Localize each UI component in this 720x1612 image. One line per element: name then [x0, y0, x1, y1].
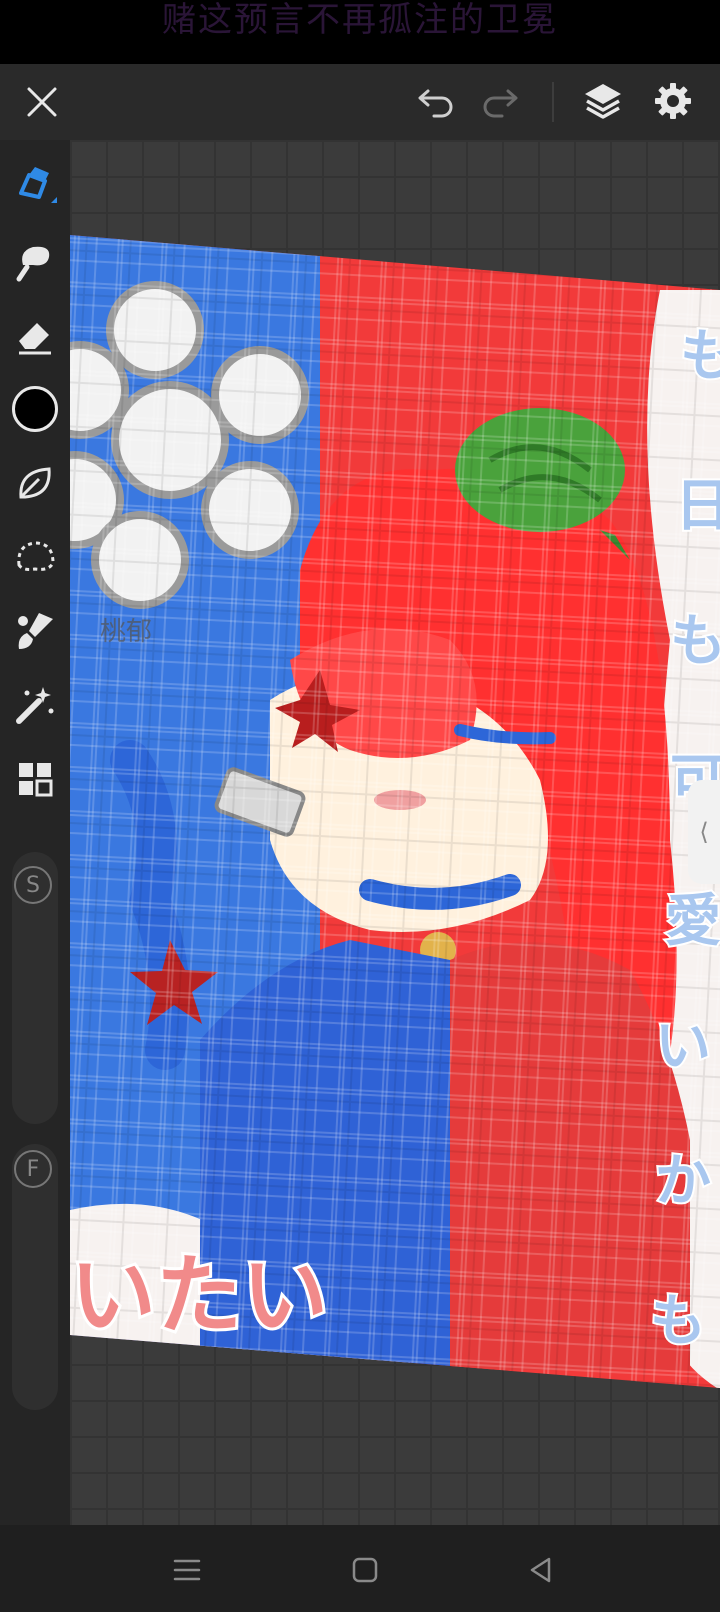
opacity-slider-label: F [14, 1150, 52, 1188]
artwork-canvas[interactable]: も 日 も 可 愛 い か も いたい 桃郁 [70, 140, 720, 1525]
brush-icon [18, 613, 53, 649]
eraser-icon [19, 323, 51, 355]
artwork-signature: 桃郁 [100, 617, 152, 647]
leaf-brush-tool[interactable] [10, 458, 60, 508]
artwork-char: も [670, 609, 720, 674]
artwork-char: 日 [675, 474, 720, 539]
fill-brush-tool[interactable] [10, 606, 60, 656]
back-icon[interactable] [516, 1545, 566, 1595]
grid-icon [19, 763, 53, 797]
side-panel-handle[interactable]: ⟨ [688, 780, 720, 884]
size-slider-label: S [14, 866, 52, 904]
gear-icon[interactable] [648, 76, 698, 126]
leaf-icon [19, 467, 51, 499]
top-toolbar [0, 64, 720, 140]
home-icon[interactable] [340, 1545, 390, 1595]
left-toolbar: S F [0, 140, 70, 1525]
close-icon[interactable] [18, 78, 66, 126]
pen-icon [19, 167, 57, 203]
magic-wand-icon [16, 687, 54, 724]
current-color-circle [12, 386, 58, 432]
smudge-tool[interactable] [10, 236, 60, 286]
lasso-tool[interactable] [10, 532, 60, 582]
smudge-icon [16, 246, 50, 282]
eraser-tool[interactable] [10, 310, 60, 360]
artwork-bottom-text: いたい [70, 1246, 328, 1346]
artwork-char: い [655, 1014, 711, 1079]
grid-tool[interactable] [10, 754, 60, 804]
artwork-char: も [650, 1289, 706, 1354]
system-nav-bar [0, 1525, 720, 1612]
layers-icon[interactable] [578, 76, 628, 126]
side-panel-handle-label: ⟨ [699, 818, 709, 846]
color-swatch[interactable] [10, 384, 60, 434]
toolbar-divider [552, 82, 554, 122]
status-bar: 赌这预言不再孤注的卫冕 [0, 0, 720, 64]
artwork-char: も [680, 324, 720, 389]
redo-icon[interactable] [476, 78, 524, 126]
drawing-canvas[interactable]: も 日 も 可 愛 い か も いたい 桃郁 ⟨ [70, 140, 720, 1525]
menu-icon[interactable] [162, 1545, 212, 1595]
undo-icon[interactable] [412, 78, 460, 126]
artwork-char: か [655, 1149, 711, 1214]
lasso-icon [17, 541, 55, 571]
artwork-char: 愛 [665, 889, 720, 954]
magic-wand-tool[interactable] [10, 680, 60, 730]
pen-tool[interactable] [10, 160, 60, 210]
status-text: 赌这预言不再孤注的卫冕 [162, 0, 558, 40]
